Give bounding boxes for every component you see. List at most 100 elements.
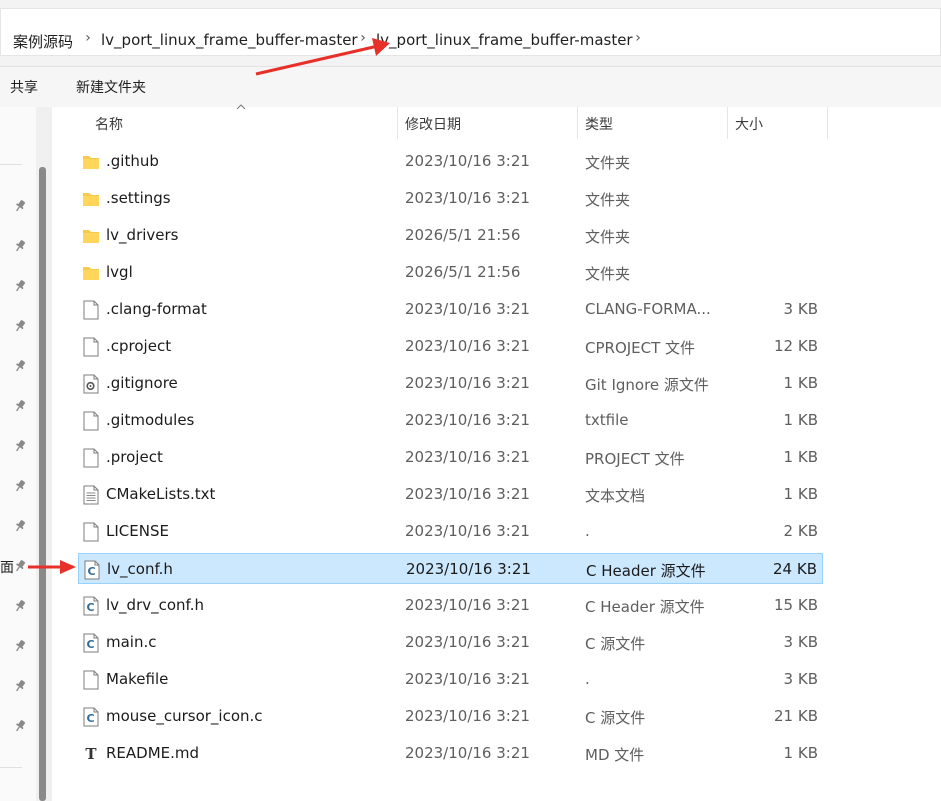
table-row[interactable]: .clang-format 2023/10/16 3:21 CLANG-FORMA.… <box>78 294 823 325</box>
pin-icon[interactable] <box>13 439 27 453</box>
file-modified-date: 2023/10/16 3:21 <box>405 448 530 466</box>
pin-icon[interactable] <box>13 359 27 373</box>
table-row[interactable]: lvgl 2026/5/1 21:56 文件夹 <box>78 257 823 288</box>
pin-icon[interactable] <box>13 319 27 333</box>
file-size: 3 KB <box>783 670 818 688</box>
column-divider[interactable] <box>577 107 578 139</box>
file-name: lvgl <box>106 263 133 281</box>
file-name: .project <box>106 448 163 466</box>
pin-icon[interactable] <box>13 639 27 653</box>
file-size: 2 KB <box>783 522 818 540</box>
breadcrumb-item-3[interactable]: lv_port_linux_frame_buffer-master <box>376 31 633 49</box>
c-file-icon: C <box>82 633 100 653</box>
file-size: 1 KB <box>783 448 818 466</box>
file-size: 3 KB <box>783 633 818 651</box>
breadcrumb-item-2[interactable]: lv_port_linux_frame_buffer-master <box>101 31 358 49</box>
file-modified-date: 2023/10/16 3:21 <box>405 522 530 540</box>
file-name: .gitignore <box>106 374 178 392</box>
file-size: 21 KB <box>774 707 818 725</box>
pin-icon[interactable] <box>13 479 27 493</box>
chevron-right-icon[interactable]: › <box>81 29 95 47</box>
file-type: 文件夹 <box>585 191 631 209</box>
nav-scrollbar-thumb[interactable] <box>39 167 46 801</box>
table-row[interactable]: .gitignore 2023/10/16 3:21 Git Ignore 源文件 1… <box>78 368 823 399</box>
breadcrumb-item-1[interactable]: 案例源码 <box>13 31 73 52</box>
pin-icon[interactable] <box>13 519 27 533</box>
file-size: 24 KB <box>773 560 817 578</box>
blank-file-icon <box>82 522 100 542</box>
file-name: lv_drv_conf.h <box>106 596 205 614</box>
file-modified-date: 2023/10/16 3:21 <box>405 596 530 614</box>
pin-icon[interactable] <box>13 719 27 733</box>
pin-icon[interactable] <box>13 679 27 693</box>
file-type: CPROJECT 文件 <box>585 339 696 357</box>
file-size: 15 KB <box>774 596 818 614</box>
svg-text:C: C <box>87 565 95 578</box>
table-row[interactable]: CMakeLists.txt 2023/10/16 3:21 文本文档 1 KB <box>78 479 823 510</box>
file-size: 1 KB <box>783 485 818 503</box>
table-row[interactable]: lv_drivers 2026/5/1 21:56 文件夹 <box>78 220 823 251</box>
chevron-right-icon[interactable]: › <box>356 29 370 47</box>
c-file-icon: C <box>82 707 100 727</box>
file-modified-date: 2026/5/1 21:56 <box>405 263 521 281</box>
pin-icon[interactable] <box>13 239 27 253</box>
column-divider[interactable] <box>727 107 728 139</box>
table-row[interactable]: .project 2023/10/16 3:21 PROJECT 文件 1 KB <box>78 442 823 473</box>
share-button[interactable]: 共享 <box>10 77 38 97</box>
pin-icon[interactable] <box>13 199 27 213</box>
file-name: lv_drivers <box>106 226 179 244</box>
column-divider[interactable] <box>397 107 398 139</box>
file-type: 文件夹 <box>585 228 631 246</box>
file-name: lv_conf.h <box>107 560 173 578</box>
new-folder-button[interactable]: 新建文件夹 <box>76 77 146 97</box>
pin-icon[interactable] <box>13 399 27 413</box>
table-row[interactable]: T README.md 2023/10/16 3:21 MD 文件 1 KB <box>78 738 823 769</box>
table-row[interactable]: .settings 2023/10/16 3:21 文件夹 <box>78 183 823 214</box>
file-name: .cproject <box>106 337 172 355</box>
blank-file-icon <box>82 337 100 357</box>
table-row[interactable]: Cmain.c 2023/10/16 3:21 C 源文件 3 KB <box>78 627 823 658</box>
divider <box>0 164 22 165</box>
pin-icon[interactable] <box>13 559 27 573</box>
file-modified-date: 2023/10/16 3:21 <box>405 707 530 725</box>
table-row[interactable]: Clv_conf.h 2023/10/16 3:21 C Header 源文件 24 … <box>78 553 823 584</box>
column-divider[interactable] <box>827 107 828 139</box>
pin-icon[interactable] <box>13 279 27 293</box>
file-name: LICENSE <box>106 522 169 540</box>
file-name: .clang-format <box>106 300 207 318</box>
file-name: .gitmodules <box>106 411 195 429</box>
pin-icon[interactable] <box>13 599 27 613</box>
blank-file-icon <box>82 448 100 468</box>
file-name: Makefile <box>106 670 169 688</box>
file-type: C Header 源文件 <box>586 562 706 580</box>
toolbar: 共享 新建文件夹 <box>0 67 941 107</box>
file-name: mouse_cursor_icon.c <box>106 707 263 725</box>
table-row[interactable]: .gitmodules 2023/10/16 3:21 txtfile 1 KB <box>78 405 823 436</box>
blank-file-icon <box>82 670 100 690</box>
table-row[interactable]: .cproject 2023/10/16 3:21 CPROJECT 文件 12 KB <box>78 331 823 362</box>
column-name-header[interactable]: 名称 <box>95 114 123 134</box>
table-row[interactable]: Cmouse_cursor_icon.c 2023/10/16 3:21 C 源文件… <box>78 701 823 732</box>
nav-item-label[interactable]: 面 <box>0 557 14 577</box>
file-name: .github <box>106 152 159 170</box>
file-type: . <box>585 522 590 540</box>
table-row[interactable]: Clv_drv_conf.h 2023/10/16 3:21 C Header 源文… <box>78 590 823 621</box>
column-size-header[interactable]: 大小 <box>735 114 763 134</box>
table-row[interactable]: .github 2023/10/16 3:21 文件夹 <box>78 146 823 177</box>
chevron-right-icon[interactable]: › <box>631 29 645 47</box>
settings-file-icon <box>82 374 100 394</box>
breadcrumb[interactable]: 案例源码 › lv_port_linux_frame_buffer-master… <box>0 8 941 56</box>
svg-text:C: C <box>86 601 94 614</box>
c-file-icon: C <box>83 560 101 580</box>
navigation-pane: 面 <box>0 107 52 801</box>
column-date-header[interactable]: 修改日期 <box>405 114 461 134</box>
file-name: main.c <box>106 633 157 651</box>
folder-icon <box>82 152 100 172</box>
column-type-header[interactable]: 类型 <box>585 114 613 134</box>
table-row[interactable]: Makefile 2023/10/16 3:21. 3 KB <box>78 664 823 695</box>
folder-icon <box>82 226 100 246</box>
svg-text:C: C <box>86 638 94 651</box>
file-modified-date: 2023/10/16 3:21 <box>405 744 530 762</box>
table-row[interactable]: LICENSE 2023/10/16 3:21. 2 KB <box>78 516 823 547</box>
folder-icon <box>82 263 100 283</box>
